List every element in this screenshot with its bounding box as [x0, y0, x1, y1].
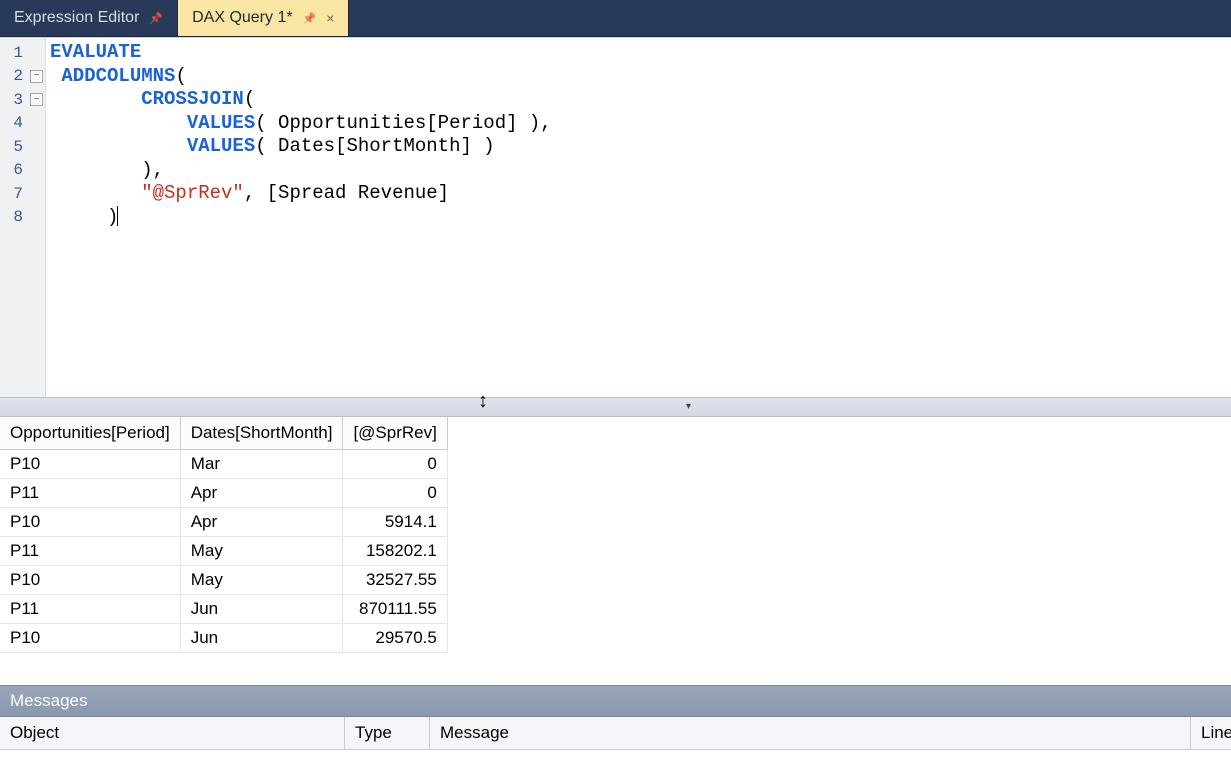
table-cell: P11 — [0, 537, 180, 566]
table-cell: P10 — [0, 508, 180, 537]
table-row[interactable]: P10Apr5914.1 — [0, 508, 447, 537]
close-icon[interactable]: × — [326, 10, 334, 26]
messages-col-message[interactable]: Message — [430, 717, 1191, 749]
gutter-row: 6 — [0, 159, 45, 183]
table-cell: Jun — [180, 595, 343, 624]
fold-toggle-icon[interactable]: − — [30, 93, 43, 106]
table-cell: 29570.5 — [343, 624, 447, 653]
table-cell: P10 — [0, 624, 180, 653]
gutter-row: 1 — [0, 41, 45, 65]
line-number: 6 — [7, 161, 27, 179]
line-number: 2 — [7, 67, 27, 85]
table-cell: Mar — [180, 450, 343, 479]
table-cell: P11 — [0, 479, 180, 508]
code-line[interactable]: EVALUATE — [50, 41, 1227, 65]
table-row[interactable]: P11May158202.1 — [0, 537, 447, 566]
table-cell: P10 — [0, 450, 180, 479]
results-grid[interactable]: Opportunities[Period] Dates[ShortMonth] … — [0, 417, 1231, 685]
messages-col-type[interactable]: Type — [345, 717, 430, 749]
gutter: 12−3−45678 — [0, 38, 46, 397]
line-number: 3 — [7, 91, 27, 109]
code-area[interactable]: EVALUATE ADDCOLUMNS( CROSSJOIN( VALUES( … — [46, 38, 1231, 397]
table-cell: Apr — [180, 508, 343, 537]
line-number: 8 — [7, 208, 27, 226]
table-cell: P10 — [0, 566, 180, 595]
tab-label: DAX Query 1* — [192, 9, 292, 27]
code-line[interactable]: "@SprRev", [Spread Revenue] — [50, 182, 1227, 206]
table-row[interactable]: P10Jun29570.5 — [0, 624, 447, 653]
table-cell: 158202.1 — [343, 537, 447, 566]
gutter-row: 8 — [0, 206, 45, 230]
chevron-down-icon[interactable]: ▾ — [686, 401, 691, 412]
messages-panel-title[interactable]: Messages — [0, 685, 1231, 717]
line-number: 1 — [7, 44, 27, 62]
table-row[interactable]: P10May32527.55 — [0, 566, 447, 595]
column-header[interactable]: [@SprRev] — [343, 417, 447, 450]
tab-bar: Expression Editor 📌 DAX Query 1* 📌 × — [0, 0, 1231, 37]
pin-icon[interactable]: 📌 — [149, 12, 163, 25]
table-cell: May — [180, 566, 343, 595]
code-line[interactable]: VALUES( Opportunities[Period] ), — [50, 112, 1227, 136]
line-number: 5 — [7, 138, 27, 156]
pin-icon[interactable]: 📌 — [303, 12, 317, 25]
table-header-row: Opportunities[Period] Dates[ShortMonth] … — [0, 417, 447, 450]
column-header[interactable]: Opportunities[Period] — [0, 417, 180, 450]
gutter-row: 5 — [0, 135, 45, 159]
messages-columns: Object Type Message Line — [0, 717, 1231, 750]
messages-col-object[interactable]: Object — [0, 717, 345, 749]
fold-toggle-icon[interactable]: − — [30, 70, 43, 83]
table-cell: Jun — [180, 624, 343, 653]
code-line[interactable]: ADDCOLUMNS( — [50, 65, 1227, 89]
gutter-row: 2− — [0, 65, 45, 89]
tab-label: Expression Editor — [14, 9, 139, 27]
gutter-row: 3− — [0, 88, 45, 112]
tab-expression-editor[interactable]: Expression Editor 📌 — [0, 0, 178, 36]
table-cell: May — [180, 537, 343, 566]
code-line[interactable]: VALUES( Dates[ShortMonth] ) — [50, 135, 1227, 159]
code-editor[interactable]: 12−3−45678 EVALUATE ADDCOLUMNS( CROSSJOI… — [0, 37, 1231, 397]
table-cell: 32527.55 — [343, 566, 447, 595]
table-cell: 5914.1 — [343, 508, 447, 537]
table-row[interactable]: P11Jun870111.55 — [0, 595, 447, 624]
code-line[interactable]: ) — [50, 206, 1227, 230]
tab-dax-query[interactable]: DAX Query 1* 📌 × — [178, 0, 349, 36]
table-cell: 0 — [343, 479, 447, 508]
line-number: 7 — [7, 185, 27, 203]
table-cell: 0 — [343, 450, 447, 479]
table-cell: 870111.55 — [343, 595, 447, 624]
results-table: Opportunities[Period] Dates[ShortMonth] … — [0, 417, 448, 653]
text-cursor — [117, 206, 118, 226]
column-header[interactable]: Dates[ShortMonth] — [180, 417, 343, 450]
splitter[interactable]: ↕ ▾ — [0, 397, 1231, 417]
gutter-row: 4 — [0, 112, 45, 136]
table-row[interactable]: P11Apr0 — [0, 479, 447, 508]
table-row[interactable]: P10Mar0 — [0, 450, 447, 479]
code-line[interactable]: ), — [50, 159, 1227, 183]
table-cell: P11 — [0, 595, 180, 624]
line-number: 4 — [7, 114, 27, 132]
code-line[interactable]: CROSSJOIN( — [50, 88, 1227, 112]
table-cell: Apr — [180, 479, 343, 508]
messages-col-line[interactable]: Line — [1191, 717, 1231, 749]
gutter-row: 7 — [0, 182, 45, 206]
